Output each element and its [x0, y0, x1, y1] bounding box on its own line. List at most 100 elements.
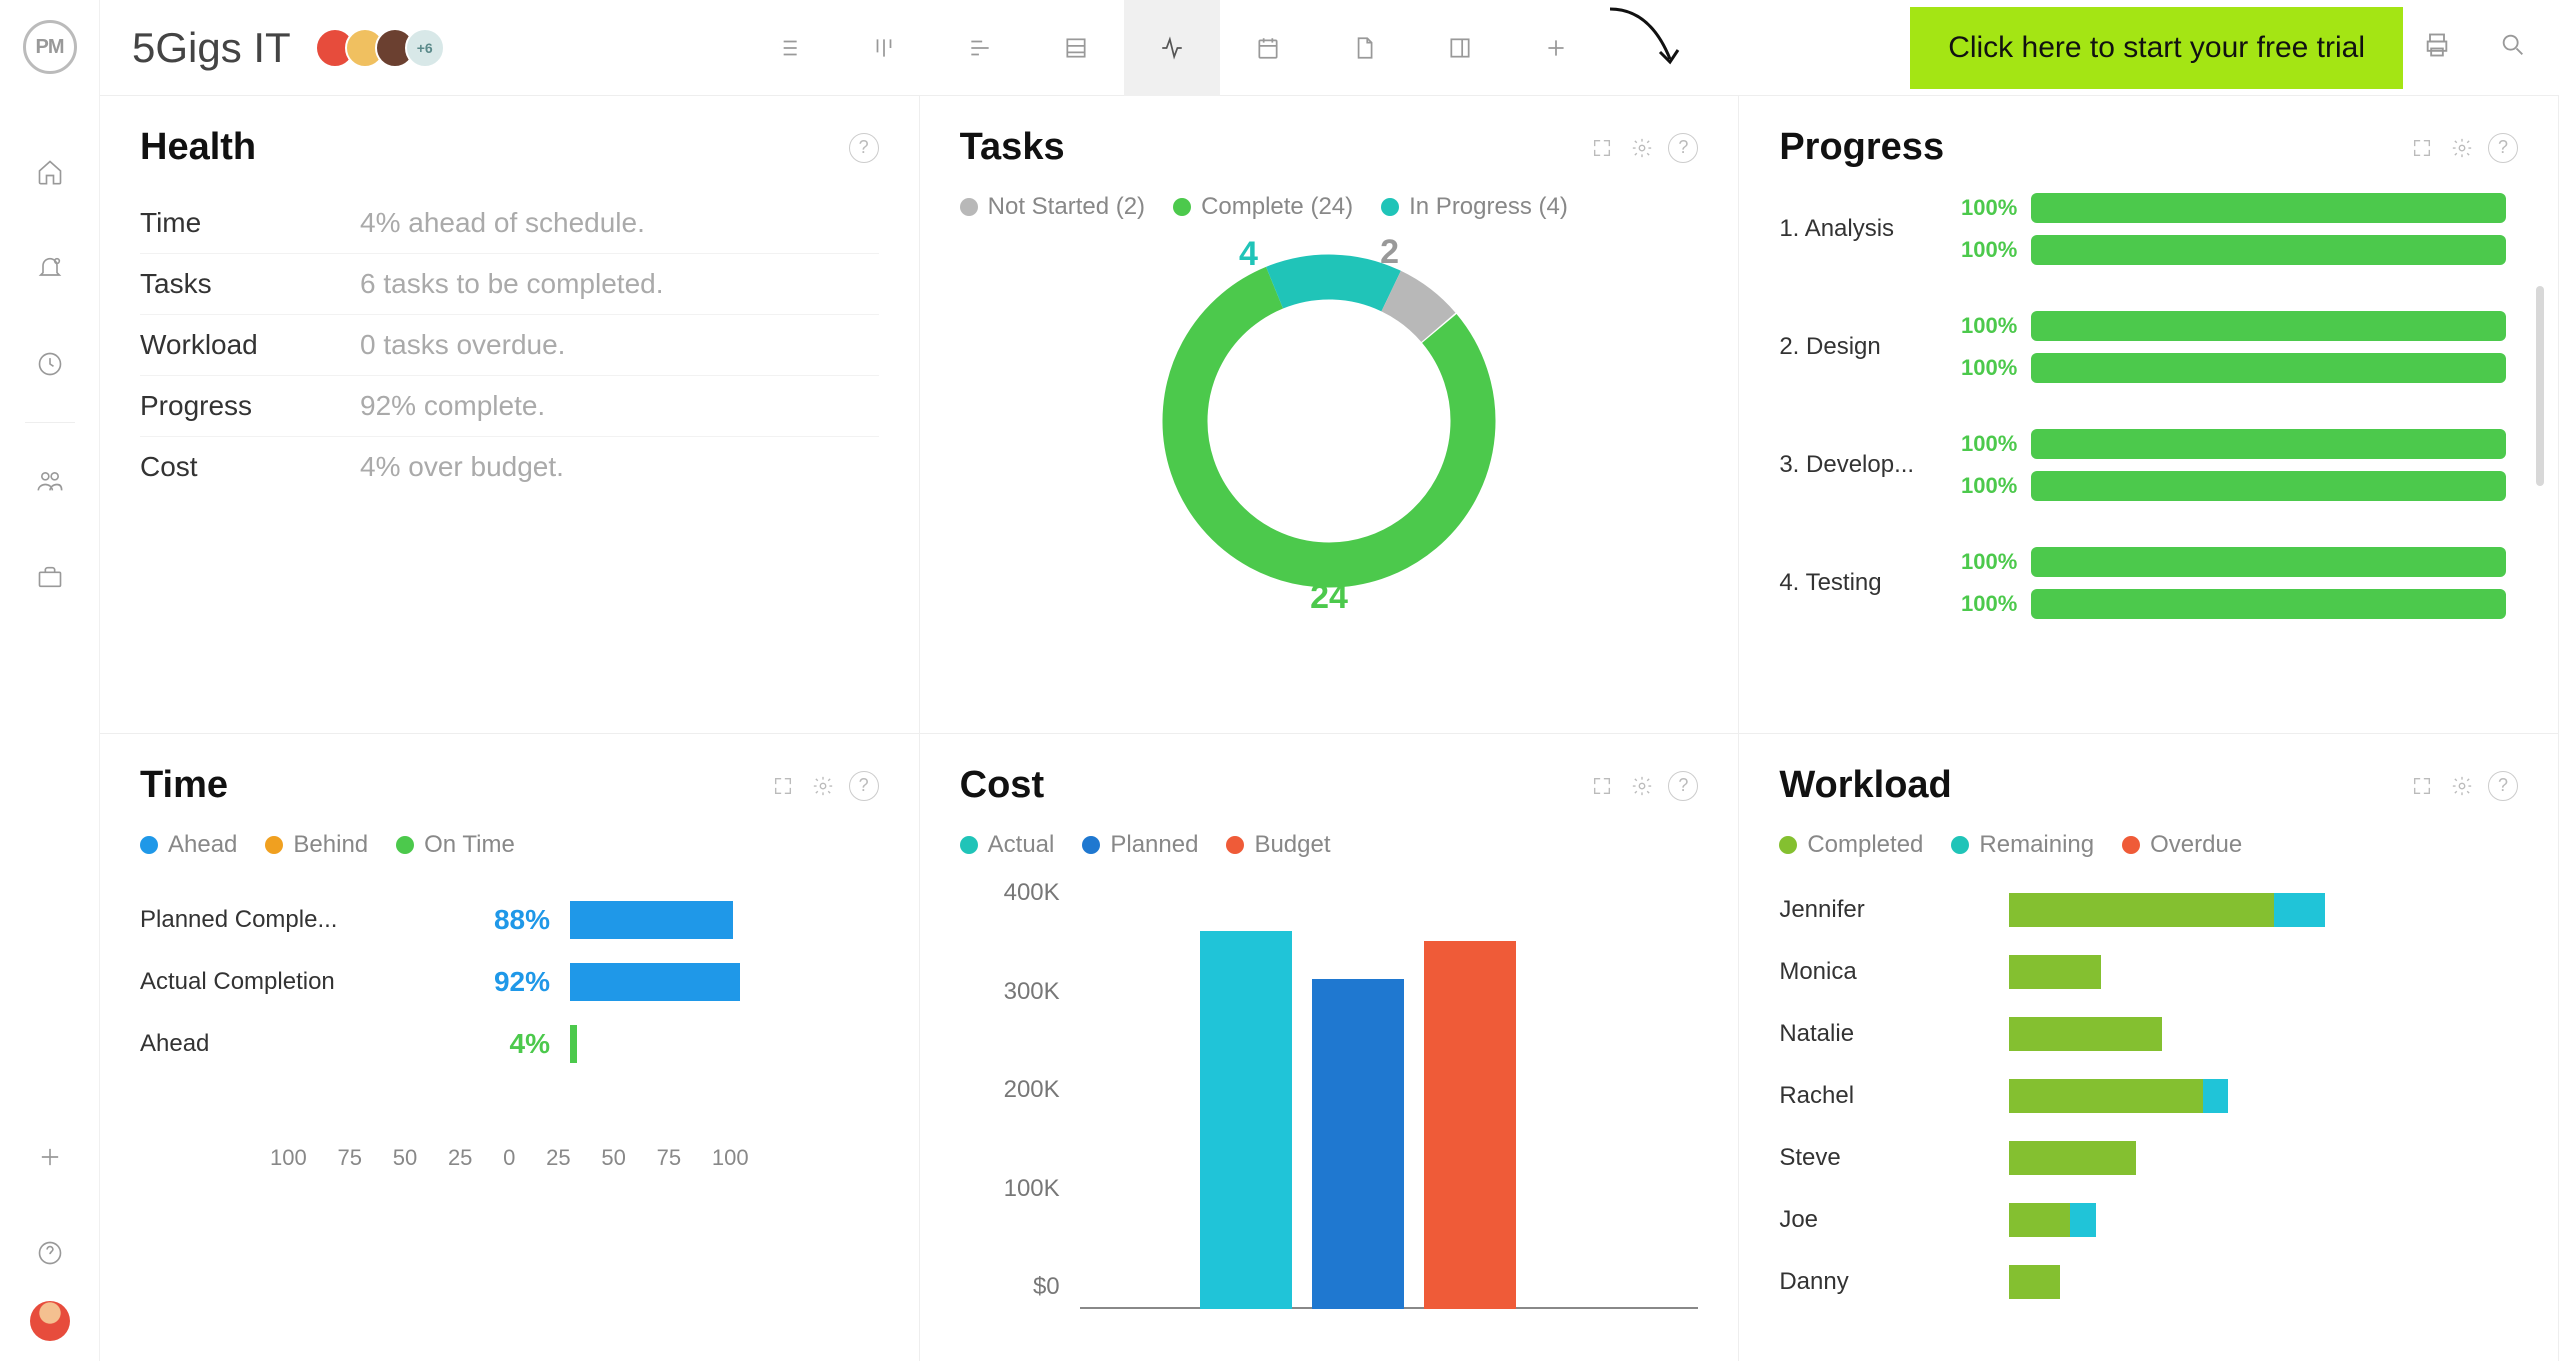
help-icon[interactable]: ? [849, 771, 879, 801]
member-avatars[interactable]: +6 [315, 28, 445, 68]
clock-icon[interactable] [34, 348, 66, 380]
view-table-icon[interactable] [1028, 0, 1124, 96]
health-value: 92% complete. [360, 390, 545, 422]
workload-bar [2009, 1079, 2518, 1113]
legend-dot-icon [1226, 836, 1244, 854]
legend-item[interactable]: Overdue [2122, 831, 2242, 859]
workload-name: Steve [1779, 1144, 1999, 1172]
health-row: Workload 0 tasks overdue. [140, 315, 879, 376]
gear-icon[interactable] [1628, 134, 1656, 162]
legend-item[interactable]: In Progress (4) [1381, 193, 1568, 221]
view-calendar-icon[interactable] [1220, 0, 1316, 96]
legend-dot-icon [2122, 836, 2140, 854]
axis-tick: 25 [448, 1145, 472, 1171]
panel-title: Cost [960, 764, 1044, 807]
legend-item[interactable]: Completed [1779, 831, 1923, 859]
progress-name: 2. Design [1779, 333, 1939, 361]
progress-bar [2031, 547, 2506, 577]
legend-item[interactable]: Remaining [1951, 831, 2094, 859]
time-bar [570, 963, 740, 1001]
gear-icon[interactable] [2448, 772, 2476, 800]
health-value: 0 tasks overdue. [360, 329, 565, 361]
progress-bar [2031, 429, 2506, 459]
axis-tick: 100 [270, 1145, 307, 1171]
legend-label: Budget [1254, 831, 1330, 859]
workload-row: Monica [1779, 941, 2518, 1003]
legend-item[interactable]: On Time [396, 831, 515, 859]
view-gantt-icon[interactable] [932, 0, 1028, 96]
axis-tick: 400K [1004, 879, 1060, 907]
workload-bar [2009, 893, 2518, 927]
view-add-icon[interactable] [1508, 0, 1604, 96]
workload-name: Danny [1779, 1268, 1999, 1296]
panel-title: Tasks [960, 126, 1065, 169]
axis-tick: 100K [1004, 1175, 1060, 1203]
legend-item[interactable]: Not Started (2) [960, 193, 1145, 221]
workload-bar [2009, 955, 2518, 989]
time-label: Ahead [140, 1030, 390, 1058]
gear-icon[interactable] [1628, 772, 1656, 800]
app-logo[interactable]: PM [23, 20, 77, 74]
workload-panel: Workload ? Completed Remaining Overdue [1739, 734, 2559, 1361]
search-icon[interactable] [2499, 31, 2527, 64]
legend-label: Behind [293, 831, 368, 859]
help-icon[interactable]: ? [1668, 771, 1698, 801]
time-pct: 4% [400, 1028, 560, 1060]
legend-item[interactable]: Budget [1226, 831, 1330, 859]
legend-item[interactable]: Complete (24) [1173, 193, 1353, 221]
gear-icon[interactable] [2448, 134, 2476, 162]
scrollbar[interactable] [2536, 286, 2544, 486]
view-board-icon[interactable] [836, 0, 932, 96]
legend-item[interactable]: Planned [1082, 831, 1198, 859]
cta-banner[interactable]: Click here to start your free trial [1910, 7, 2403, 89]
help-icon[interactable]: ? [849, 133, 879, 163]
help-icon[interactable]: ? [2488, 771, 2518, 801]
donut-value: 24 [1310, 578, 1348, 617]
legend-item[interactable]: Ahead [140, 831, 237, 859]
legend-dot-icon [140, 836, 158, 854]
view-list-icon[interactable] [740, 0, 836, 96]
expand-icon[interactable] [2408, 134, 2436, 162]
progress-row: 3. Develop... 100% 100% [1779, 429, 2506, 501]
axis-tick: 300K [1004, 978, 1060, 1006]
view-status-icon[interactable] [1124, 0, 1220, 96]
help-icon[interactable] [34, 1237, 66, 1269]
briefcase-icon[interactable] [34, 561, 66, 593]
progress-pct: 100% [1953, 237, 2017, 263]
cost-bar-planned [1312, 979, 1404, 1309]
expand-icon[interactable] [1588, 772, 1616, 800]
progress-bar [2031, 353, 2506, 383]
expand-icon[interactable] [769, 772, 797, 800]
view-doc-icon[interactable] [1316, 0, 1412, 96]
progress-name: 4. Testing [1779, 569, 1939, 597]
workload-bar [2009, 1265, 2518, 1299]
axis-tick: 50 [393, 1145, 417, 1171]
axis-tick: $0 [1033, 1273, 1060, 1301]
people-icon[interactable] [34, 465, 66, 497]
expand-icon[interactable] [2408, 772, 2436, 800]
plus-icon[interactable] [34, 1141, 66, 1173]
gear-icon[interactable] [809, 772, 837, 800]
health-label: Time [140, 207, 360, 239]
time-bar [570, 901, 733, 939]
legend-item[interactable]: Behind [265, 831, 368, 859]
progress-bar [2031, 311, 2506, 341]
time-label: Actual Completion [140, 968, 390, 996]
progress-row: 2. Design 100% 100% [1779, 311, 2506, 383]
health-label: Progress [140, 390, 360, 422]
workload-row: Steve [1779, 1127, 2518, 1189]
help-icon[interactable]: ? [2488, 133, 2518, 163]
legend-label: Completed [1807, 831, 1923, 859]
progress-bar [2031, 235, 2506, 265]
progress-pct: 100% [1953, 473, 2017, 499]
legend-item[interactable]: Actual [960, 831, 1055, 859]
help-icon[interactable]: ? [1668, 133, 1698, 163]
bell-icon[interactable] [34, 252, 66, 284]
avatar-more[interactable]: +6 [405, 28, 445, 68]
view-panel-icon[interactable] [1412, 0, 1508, 96]
home-icon[interactable] [34, 156, 66, 188]
user-avatar[interactable] [30, 1301, 70, 1341]
print-icon[interactable] [2423, 31, 2451, 64]
expand-icon[interactable] [1588, 134, 1616, 162]
progress-bar [2031, 589, 2506, 619]
